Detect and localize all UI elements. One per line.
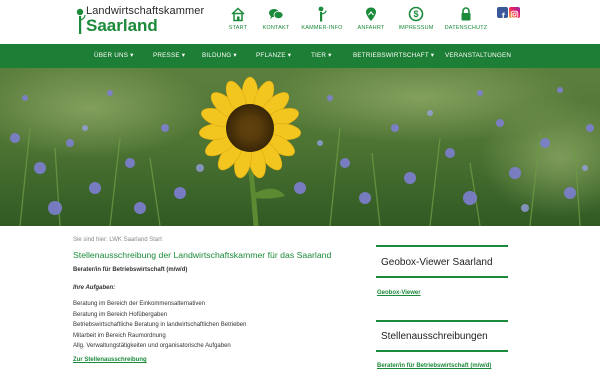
- nav-pflanze[interactable]: PFLANZE ▾: [256, 44, 291, 68]
- nav-betriebswirtschaft[interactable]: BETRIEBSWIRTSCHAFT ▾: [353, 44, 434, 68]
- list-item: Mitarbeit im Bereich Raumordnung: [73, 332, 166, 339]
- topnav-datenschutz[interactable]: DATENSCHUTZ: [438, 4, 494, 38]
- instagram-icon: [510, 10, 519, 19]
- nav-bildung[interactable]: BILDUNG ▾: [202, 44, 237, 68]
- breadcrumb-prefix: Sie sind hier:: [73, 237, 108, 243]
- facebook-glyph: f: [502, 11, 506, 20]
- list-item: Allg. Verwaltungstätigkeiten und organis…: [73, 343, 231, 349]
- topnav-impressum-label: IMPRESSUM: [398, 25, 434, 31]
- sunflower-field-illustration: [0, 68, 600, 226]
- map-pin-icon: [366, 7, 376, 21]
- svg-text:$: $: [413, 9, 418, 19]
- chat-icon: [269, 9, 284, 19]
- nav-presse[interactable]: PRESSE ▾: [153, 44, 185, 68]
- divider: [376, 276, 508, 278]
- lock-icon: [461, 7, 471, 21]
- topnav-kammer-info[interactable]: KAMMER-INFO: [294, 4, 350, 38]
- instagram-link[interactable]: [509, 7, 520, 19]
- task-list: Beratung im Bereich der Einkommensaltern…: [73, 299, 246, 352]
- breadcrumb-current[interactable]: LWK Saarland Start: [109, 237, 162, 243]
- divider: [376, 320, 508, 322]
- facebook-icon: f: [502, 11, 506, 21]
- job-posting-link[interactable]: Zur Stellenausschreibung: [73, 357, 147, 363]
- info-pin-icon: [318, 6, 327, 22]
- nav-veranstaltungen[interactable]: VERANSTALTUNGEN: [445, 44, 511, 68]
- list-item: Betriebswirtschaftliche Beratung in land…: [73, 322, 247, 328]
- geobox-title: Geobox-Viewer Saarland: [381, 257, 493, 268]
- nav-tier[interactable]: TIER ▾: [311, 44, 331, 68]
- job-subtitle: Berater/in für Betriebswirtschaft (m/w/d…: [73, 267, 188, 273]
- site-logo[interactable]: Landwirtschaftskammer Saarland: [76, 5, 206, 39]
- main-navigation: ÜBER UNS ▾ PRESSE ▾ BILDUNG ▾ PFLANZE ▾ …: [0, 44, 600, 68]
- page-title: Stellenausschreibung der Landwirtschafts…: [73, 250, 332, 260]
- list-item: Beratung im Bereich Hofübergaben: [73, 311, 168, 318]
- logo-text-bottom: Saarland: [86, 16, 158, 35]
- topnav-impressum[interactable]: $ IMPRESSUM: [388, 4, 444, 38]
- site-header: Landwirtschaftskammer Saarland START KON…: [0, 0, 600, 44]
- tasks-heading: Ihre Aufgaben:: [73, 285, 116, 291]
- dollar-circle-icon: $: [408, 6, 424, 22]
- facebook-link[interactable]: f: [497, 7, 508, 21]
- divider: [376, 245, 508, 247]
- logo-mark-icon: [76, 8, 86, 34]
- breadcrumb: Sie sind hier: LWK Saarland Start: [73, 237, 162, 243]
- topnav-kammer-info-label: KAMMER-INFO: [301, 25, 343, 31]
- divider: [376, 350, 508, 352]
- jobs-link[interactable]: Berater/in für Betriebswirtschaft (m/w/d…: [377, 363, 491, 369]
- home-icon: [231, 7, 245, 22]
- geobox-link[interactable]: Geobox-Viewer: [377, 290, 421, 296]
- sidebar-geobox: Geobox-Viewer Saarland Geobox-Viewer: [376, 245, 508, 305]
- sidebar-jobs: Stellenausschreibungen Berater/in für Be…: [376, 320, 508, 375]
- jobs-title: Stellenausschreibungen: [381, 331, 488, 342]
- topnav-datenschutz-label: DATENSCHUTZ: [444, 25, 488, 31]
- list-item: Beratung im Bereich der Einkommensaltern…: [73, 301, 206, 307]
- nav-ueber-uns[interactable]: ÜBER UNS ▾: [94, 44, 133, 68]
- hero-image: [0, 68, 600, 226]
